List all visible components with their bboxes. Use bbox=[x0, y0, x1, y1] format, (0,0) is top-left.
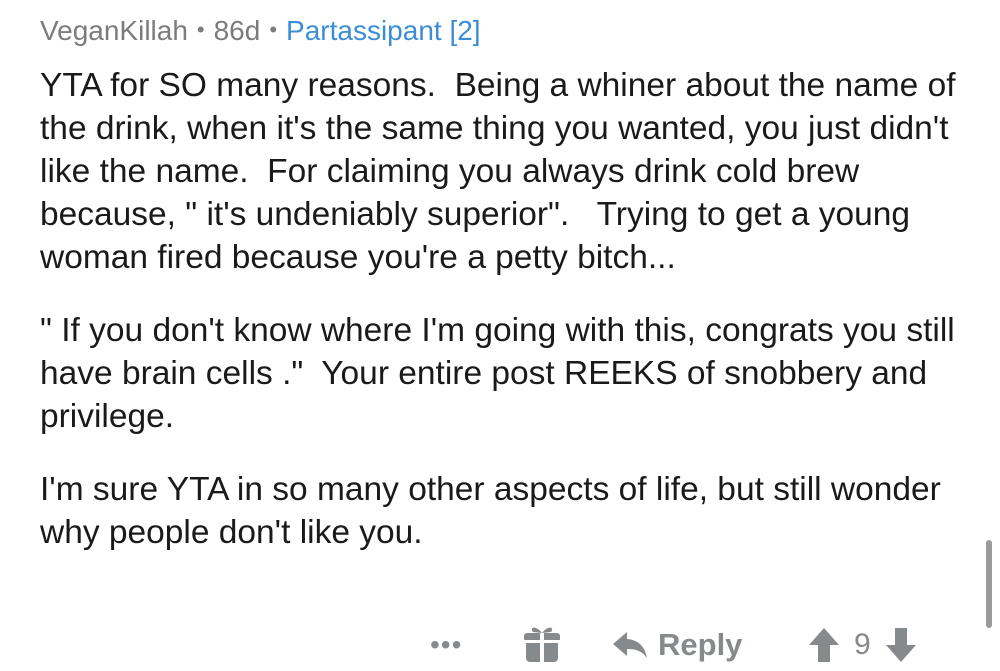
reply-arrow-icon bbox=[613, 632, 647, 658]
vote-controls: 9 bbox=[808, 622, 917, 668]
comment-body: YTA for SO many reasons. Being a whiner … bbox=[40, 64, 970, 584]
gift-award-icon[interactable] bbox=[524, 624, 560, 664]
author-name[interactable]: VeganKillah bbox=[40, 15, 188, 46]
comment-meta: VeganKillah • 86d • Partassipant [2] bbox=[40, 12, 481, 49]
comment-actions: ••• Reply 9 bbox=[40, 622, 970, 668]
reply-label: Reply bbox=[658, 627, 743, 662]
user-flair: Partassipant [2] bbox=[286, 15, 481, 46]
meta-separator: • bbox=[269, 17, 278, 42]
more-options-icon[interactable]: ••• bbox=[430, 622, 462, 668]
meta-separator: • bbox=[196, 17, 205, 42]
comment-age: 86d bbox=[213, 15, 261, 46]
comment-paragraph: " If you don't know where I'm going with… bbox=[40, 312, 965, 435]
scrollbar[interactable] bbox=[986, 540, 992, 628]
downvote-arrow-icon[interactable] bbox=[885, 627, 917, 663]
comment-paragraph: I'm sure YTA in so many other aspects of… bbox=[40, 471, 951, 551]
upvote-arrow-icon[interactable] bbox=[808, 627, 840, 663]
comment-paragraph: YTA for SO many reasons. Being a whiner … bbox=[40, 67, 965, 276]
reply-button[interactable]: Reply bbox=[612, 622, 742, 668]
vote-score: 9 bbox=[854, 628, 871, 661]
